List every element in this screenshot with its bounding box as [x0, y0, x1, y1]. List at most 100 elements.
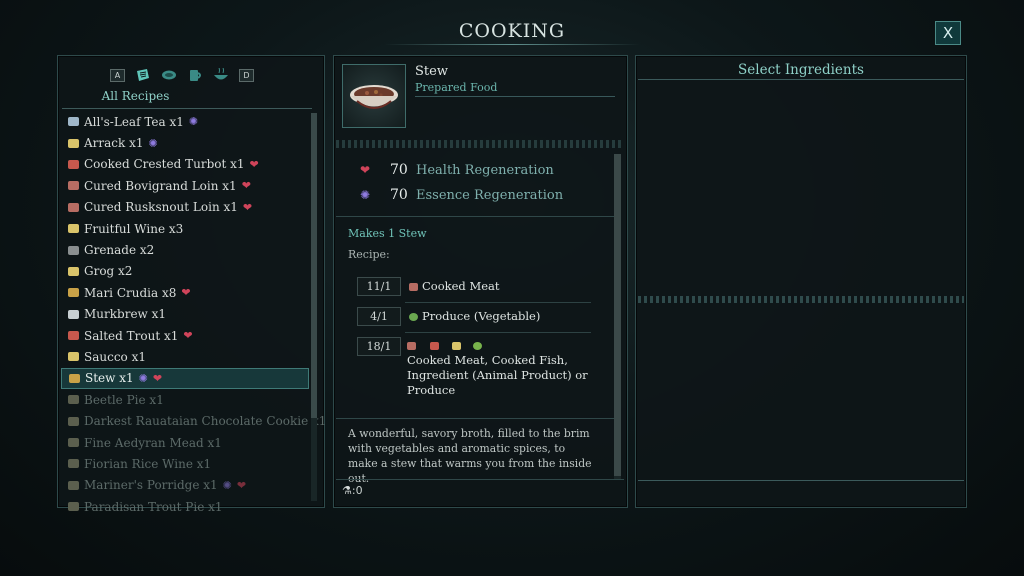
recipe-item[interactable]: Fruitful Wine x3: [61, 218, 309, 239]
detail-scrollbar[interactable]: [614, 154, 621, 479]
recipe-item[interactable]: Cured Bovigrand Loin x1 ❤: [61, 175, 309, 196]
recipe-name: All's-Leaf Tea x1: [84, 114, 184, 129]
scrollbar-thumb[interactable]: [311, 113, 317, 418]
stat-health: ❤ 70 Health Regeneration: [358, 162, 554, 178]
ingredients-title: Select Ingredients: [738, 62, 864, 78]
recipe-item[interactable]: Beetle Pie x1: [61, 389, 309, 410]
recipe-list-panel: A D All Recipes All's-Leaf Tea x1 ✺ Arrack…: [57, 55, 326, 514]
meat-icon: [407, 342, 416, 350]
recipe-icon: [68, 480, 79, 490]
recipe-name: Saucco x1: [84, 349, 146, 364]
recipe-item[interactable]: Grenade x2: [61, 239, 309, 260]
meat-icon[interactable]: [161, 68, 177, 82]
essence-icon: ✺: [222, 478, 232, 492]
recipe-name: Paradisan Trout Pie x1: [84, 499, 223, 514]
recipe-name: Cured Bovigrand Loin x1: [84, 178, 237, 193]
recipe-name: Murkbrew x1: [84, 307, 167, 322]
stat-essence: ✺ 70 Essence Regeneration: [358, 187, 563, 203]
recipe-item[interactable]: Fine Aedyran Mead x1: [61, 432, 309, 453]
meat-icon: [409, 283, 418, 291]
recipe-item[interactable]: Fiorian Rice Wine x1: [61, 453, 309, 474]
recipe-icon: [68, 159, 79, 169]
heart-icon: ❤: [241, 179, 251, 193]
ingredient-quantity: 11/1: [357, 277, 401, 296]
footer-count: ⚗:0: [342, 484, 363, 497]
recipe-name: Salted Trout x1: [84, 328, 179, 343]
ingredient-name: Cooked Meat: [422, 279, 500, 293]
food-name: Stew: [415, 64, 448, 79]
recipe-item[interactable]: Salted Trout x1 ❤: [61, 325, 309, 346]
recipe-name: Mariner's Porridge x1: [84, 478, 218, 493]
recipe-list: All's-Leaf Tea x1 ✺ Arrack x1 ✺ Cooked Crest…: [61, 111, 326, 517]
recipe-icon: [68, 502, 79, 512]
ingredient-quantity: 18/1: [357, 337, 401, 356]
recipe-icon: [68, 438, 79, 448]
recipe-name: Grenade x2: [84, 243, 155, 258]
recipe-name: Cooked Crested Turbot x1: [84, 157, 245, 172]
description-divider: [336, 418, 614, 419]
category-label: All Recipes: [101, 89, 170, 103]
recipe-label: Recipe:: [348, 248, 390, 261]
heart-icon: ❤: [249, 157, 259, 171]
essence-icon: ✺: [188, 115, 199, 129]
recipe-icon: [68, 117, 79, 127]
recipe-item[interactable]: Mari Crudia x8 ❤: [61, 282, 309, 303]
ornament-divider: [638, 296, 964, 303]
recipe-icon: [68, 138, 79, 148]
recipe-list-scrollbar[interactable]: [311, 113, 317, 501]
ingredients-header-divider: [638, 79, 964, 80]
recipe-item[interactable]: Murkbrew x1: [61, 304, 309, 325]
recipe-item[interactable]: Arrack x1 ✺: [61, 132, 309, 153]
animal-product-icon: [452, 342, 462, 350]
recipe-icon: [68, 352, 79, 362]
bowl-icon[interactable]: [213, 68, 229, 82]
recipe-item[interactable]: All's-Leaf Tea x1 ✺: [61, 111, 309, 132]
recipe-icon: [68, 181, 79, 191]
recipe-item[interactable]: Cooked Crested Turbot x1 ❤: [61, 154, 309, 175]
window-title: COOKING: [458, 20, 566, 42]
stat-label: Health Regeneration: [416, 162, 554, 178]
heart-icon: ❤: [242, 200, 253, 214]
mug-icon[interactable]: [187, 68, 203, 82]
ingredients-footer-divider: [638, 480, 964, 481]
recipe-icon: [68, 309, 79, 319]
recipe-item[interactable]: Saucco x1: [61, 346, 309, 367]
recipe-icon: [68, 245, 79, 255]
ornament-divider: [336, 140, 624, 148]
recipe-item[interactable]: Cured Rusksnout Loin x1 ❤: [61, 197, 309, 218]
stat-value: 70: [390, 162, 408, 178]
recipe-item[interactable]: Darkest Rauataian Chocolate Cookie x1: [61, 410, 326, 431]
essence-icon: ✺: [148, 136, 158, 150]
close-button[interactable]: X: [935, 21, 961, 45]
recipe-icon: [68, 331, 79, 341]
recipe-icon: [68, 416, 79, 426]
ingredient-divider: [405, 332, 591, 333]
recipe-icon: [68, 224, 79, 234]
recipe-name: Beetle Pie x1: [84, 392, 164, 407]
recipe-item[interactable]: Mariner's Porridge x1 ✺ ❤: [61, 475, 309, 496]
recipe-item[interactable]: Stew x1 ✺ ❤: [61, 367, 309, 390]
recipe-name: Darkest Rauataian Chocolate Cookie x1: [84, 414, 327, 429]
heart-icon: ❤: [359, 163, 371, 177]
next-category-key[interactable]: D: [239, 68, 254, 82]
recipe-name: Fine Aedyran Mead x1: [84, 435, 222, 450]
recipe-icon: [68, 202, 79, 212]
scroll-icon[interactable]: [135, 68, 151, 82]
essence-icon: ✺: [359, 188, 371, 202]
ingredient-name: Cooked Meat, Cooked Fish, Ingredient (An…: [407, 353, 588, 397]
prev-category-key[interactable]: A: [110, 68, 125, 82]
recipe-name: Stew x1: [85, 371, 134, 386]
vegetable-icon: [409, 313, 418, 321]
recipe-icon: [68, 266, 79, 276]
stew-image: [342, 64, 406, 128]
title-divider: [384, 44, 640, 45]
recipe-name: Fruitful Wine x3: [84, 221, 184, 236]
recipe-item[interactable]: Paradisan Trout Pie x1: [61, 496, 309, 517]
recipe-item[interactable]: Grog x2: [61, 261, 309, 282]
recipe-icon: [69, 373, 80, 383]
category-tabs: A D: [110, 68, 254, 82]
food-description: A wonderful, savory broth, filled to the…: [348, 427, 592, 485]
essence-icon: ✺: [138, 371, 148, 385]
recipe-icon: [68, 288, 79, 298]
scrollbar-thumb[interactable]: [614, 154, 621, 476]
